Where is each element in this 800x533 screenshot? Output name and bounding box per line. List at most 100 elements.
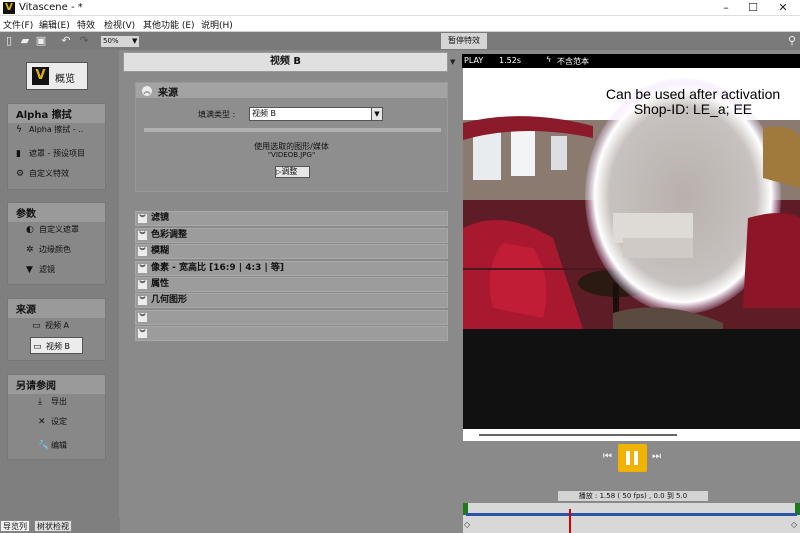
group-title: 来源 [8, 299, 105, 318]
monitor-icon: ▭ [33, 342, 42, 352]
pause-icon [626, 451, 630, 465]
sidebar-item-video-b[interactable]: ▭ 视频 B [30, 337, 83, 354]
title-bar: V Vitascene - * – ☐ ✕ [0, 0, 800, 16]
tab-pause-effect[interactable]: 暂停特效 [441, 33, 487, 49]
download-icon: ⤓ [38, 397, 42, 407]
fill-type-label: 填满类型 : [198, 110, 236, 119]
lightning-icon: ϟ [16, 125, 22, 135]
sidebar-item-custom-mask[interactable]: ◐ 自定义遮罩 [26, 224, 79, 235]
chevron-down-icon: ︾ [138, 280, 147, 289]
watermark-line2: Shop-ID: LE_a; EE [633, 101, 753, 117]
group-title: 参数 [8, 203, 105, 222]
skip-forward-icon[interactable]: ⏭ [652, 451, 661, 462]
pin-icon[interactable]: ⚲ [788, 34, 796, 47]
fill-type-select[interactable]: 视频 B ▼ [249, 107, 383, 121]
source-title: 来源 [158, 88, 178, 99]
accordion-pixel-aspect[interactable]: ︾ 像素 - 宽高比 [16:9 | 4:3 | 等] [135, 261, 448, 276]
menu-view[interactable]: 检视(V) [104, 18, 135, 31]
chevron-down-icon: ︾ [138, 313, 147, 322]
sidebar-item-settings[interactable]: ✕ 设定 [38, 416, 67, 427]
adjust-button[interactable]: ▷调整 [275, 166, 310, 178]
overview-button[interactable]: V 概览 [26, 62, 88, 90]
sidebar-item-video-a[interactable]: ▭ 视频 A [32, 320, 69, 331]
sidebar-item-export[interactable]: ⤓ 导出 [38, 396, 67, 407]
chevron-up-icon[interactable]: ︽ [142, 86, 152, 96]
undo-icon[interactable]: ↶ [60, 35, 72, 47]
chevron-down-icon[interactable]: ▼ [132, 37, 137, 45]
video-preview[interactable]: Can be used after activation Shop-ID: LE… [463, 68, 800, 329]
timeline-playhead[interactable] [569, 509, 571, 533]
tab-navigator[interactable]: 导览列 [0, 520, 30, 532]
accordion-geometry[interactable]: ︾ 几何图形 [135, 293, 448, 308]
accordion-empty-2[interactable]: ︾ [135, 326, 448, 341]
timeline[interactable]: ◇ ◇ [463, 503, 800, 533]
menu-bar: 文件(F) 编辑(E) 特效 检视(V) 其他功能 (E) 说明(H) [0, 16, 800, 32]
group-title: 另请参阅 [8, 375, 105, 394]
wrench-icon: 🔧 [38, 441, 50, 451]
sidebar-item-filter[interactable]: ▼ 滤镜 [26, 264, 55, 275]
sidebar-item-alpha-wipe[interactable]: ϟ Alpha 擦拭 - .. [16, 124, 83, 135]
sidebar-item-mask-preset[interactable]: ▮ 遮罩 - 预设项目 [16, 148, 85, 159]
menu-edit[interactable]: 编辑(E) [39, 18, 70, 31]
accordion-blur[interactable]: ︾ 模糊 [135, 244, 448, 259]
maximize-button[interactable]: ☐ [740, 0, 766, 16]
redo-icon[interactable]: ↷ [78, 35, 90, 47]
chevron-down-icon: ︾ [138, 296, 147, 305]
settings-icon: ✕ [38, 417, 46, 427]
accordion-color-adjust[interactable]: ︾ 色彩调整 [135, 228, 448, 243]
play-mode-label: PLAY [464, 56, 484, 65]
source-section: ︽ 来源 填满类型 : 视频 B ▼ 使用选取的图形/媒体 "VIDEOB.JP… [135, 82, 448, 192]
chevron-down-icon: ︾ [138, 264, 147, 273]
source-slider[interactable] [144, 128, 441, 132]
menu-effects[interactable]: 特效 [77, 18, 95, 31]
chevron-down-icon: ︾ [138, 214, 147, 223]
overview-label: 概览 [55, 74, 75, 85]
fill-type-value: 视频 B [252, 109, 277, 118]
sidebar-item-edit[interactable]: 🔧 编辑 [38, 440, 67, 451]
time-readout: 1.52s [499, 56, 521, 65]
close-button[interactable]: ✕ [770, 0, 796, 16]
window-title: Vitascene - * [19, 2, 83, 13]
save-icon[interactable]: ▣ [35, 35, 47, 47]
viewer-status-strip: PLAY 1.52s ϟ 不含范本 [462, 54, 800, 68]
chevron-down-icon[interactable]: ▼ [371, 108, 382, 120]
pause-icon [634, 451, 638, 465]
accordion-filter[interactable]: ︾ 滤镜 [135, 211, 448, 226]
skip-back-icon[interactable]: ⏮ [603, 451, 612, 462]
scrollbar-thumb[interactable] [479, 434, 677, 436]
source-header[interactable]: ︽ 来源 [136, 83, 447, 99]
accordion-empty-1[interactable]: ︾ [135, 310, 448, 325]
filter-icon: ▼ [26, 265, 33, 275]
folder-open-icon[interactable]: ▰ [19, 35, 31, 47]
media-info-line2: "VIDEOB.JPG" [267, 151, 316, 159]
sidebar-item-custom-effect[interactable]: ⚙ 自定义特效 [16, 168, 69, 179]
mask-icon: ▮ [16, 149, 21, 159]
vitascene-logo-icon: V [32, 67, 49, 85]
sparkle-icon: ✲ [26, 245, 34, 255]
sidebar-item-edge-color[interactable]: ✲ 边缘颜色 [26, 244, 71, 255]
chevron-down-icon: ︾ [138, 247, 147, 256]
menu-file[interactable]: 文件(F) [3, 18, 33, 31]
group-title: Alpha 擦拭 [8, 104, 105, 123]
menu-help[interactable]: 说明(H) [201, 18, 233, 31]
minimize-button[interactable]: – [713, 0, 739, 16]
chevron-down-icon[interactable]: ▼ [450, 58, 455, 66]
accordion-properties[interactable]: ︾ 属性 [135, 277, 448, 292]
tab-tree-view[interactable]: 树状检视 [34, 520, 72, 532]
file-new-icon[interactable]: ▯ [3, 35, 15, 47]
panel-title: 视频 B [269, 56, 302, 67]
no-sample-label: 不含范本 [557, 57, 589, 66]
gear-icon: ⚙ [16, 169, 25, 179]
keyframe-start-icon[interactable]: ◇ [464, 520, 470, 529]
chevron-down-icon: ︾ [138, 231, 147, 240]
timeline-track[interactable] [466, 513, 797, 516]
keyframe-end-icon[interactable]: ◇ [791, 520, 797, 529]
monitor-icon: ▭ [32, 321, 41, 331]
app-logo-icon: V [3, 2, 15, 14]
panel-header: 视频 B [123, 52, 448, 72]
watermark-line1: Can be used after activation [605, 86, 781, 102]
preview-empty-area [463, 329, 800, 429]
menu-other[interactable]: 其他功能 (E) [143, 18, 195, 31]
playback-status: 播放 : 1.58 ( 50 fps) , 0.0 到 5.0 [557, 490, 709, 502]
pause-button[interactable] [618, 444, 647, 472]
